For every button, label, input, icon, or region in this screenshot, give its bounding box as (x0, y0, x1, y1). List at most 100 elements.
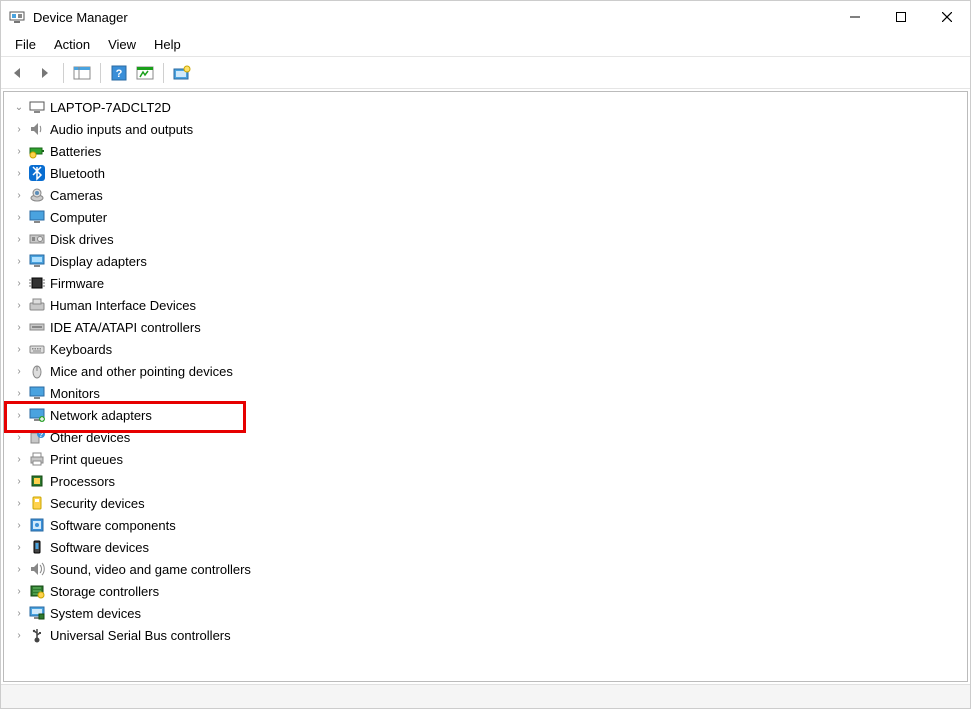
keyboard-icon (28, 340, 46, 358)
chevron-right-icon[interactable]: › (12, 366, 26, 377)
chevron-down-icon[interactable]: ⌄ (12, 102, 26, 113)
menubar: File Action View Help (1, 33, 970, 57)
category-label: Software devices (50, 540, 149, 555)
category-label: Universal Serial Bus controllers (50, 628, 231, 643)
tree-category[interactable]: › Sound, video and game controllers (6, 558, 965, 580)
chevron-right-icon[interactable]: › (12, 586, 26, 597)
chevron-right-icon[interactable]: › (12, 278, 26, 289)
tree-category[interactable]: › Batteries (6, 140, 965, 162)
tree-category[interactable]: › Computer (6, 206, 965, 228)
tree-category[interactable]: › Print queues (6, 448, 965, 470)
category-label: Sound, video and game controllers (50, 562, 251, 577)
category-label: Firmware (50, 276, 104, 291)
category-label: Human Interface Devices (50, 298, 196, 313)
chevron-right-icon[interactable]: › (12, 190, 26, 201)
chevron-right-icon[interactable]: › (12, 454, 26, 465)
maximize-button[interactable] (878, 1, 924, 33)
tree-category[interactable]: › Software devices (6, 536, 965, 558)
show-hide-console-button[interactable] (70, 61, 94, 85)
svg-text:?: ? (116, 68, 123, 80)
chevron-right-icon[interactable]: › (12, 542, 26, 553)
tree-category[interactable]: › Software components (6, 514, 965, 536)
properties-button[interactable] (170, 61, 194, 85)
tree-category[interactable]: › Security devices (6, 492, 965, 514)
tree-category[interactable]: › Keyboards (6, 338, 965, 360)
category-label: Software components (50, 518, 176, 533)
printer-icon (28, 450, 46, 468)
chevron-right-icon[interactable]: › (12, 212, 26, 223)
back-button[interactable] (7, 61, 31, 85)
monitor2-icon (28, 384, 46, 402)
chevron-right-icon[interactable]: › (12, 476, 26, 487)
computer-icon (28, 98, 46, 116)
tree-category[interactable]: ›IDE ATA/ATAPI controllers (6, 316, 965, 338)
chevron-right-icon[interactable]: › (12, 168, 26, 179)
ide-icon (28, 318, 46, 336)
chevron-right-icon[interactable]: › (12, 322, 26, 333)
statusbar (1, 684, 970, 708)
toolbar-separator (100, 63, 101, 83)
tree-category[interactable]: › Monitors (6, 382, 965, 404)
other-icon: ? (28, 428, 46, 446)
forward-button[interactable] (33, 61, 57, 85)
tree-category[interactable]: ›Storage controllers (6, 580, 965, 602)
menu-view[interactable]: View (100, 35, 144, 54)
chevron-right-icon[interactable]: › (12, 124, 26, 135)
chevron-right-icon[interactable]: › (12, 520, 26, 531)
tree-category[interactable]: ›? Other devices (6, 426, 965, 448)
category-label: Keyboards (50, 342, 112, 357)
chevron-right-icon[interactable]: › (12, 608, 26, 619)
chevron-right-icon[interactable]: › (12, 344, 26, 355)
chevron-right-icon[interactable]: › (12, 256, 26, 267)
category-label: Computer (50, 210, 107, 225)
battery-icon (28, 142, 46, 160)
chevron-right-icon[interactable]: › (12, 498, 26, 509)
chevron-right-icon[interactable]: › (12, 410, 26, 421)
tree-category[interactable]: › Processors (6, 470, 965, 492)
help-button[interactable]: ? (107, 61, 131, 85)
security-icon (28, 494, 46, 512)
toolbar-separator (163, 63, 164, 83)
tree-category[interactable]: › Human Interface Devices (6, 294, 965, 316)
tree-category[interactable]: › Universal Serial Bus controllers (6, 624, 965, 646)
device-tree-container[interactable]: ⌄ LAPTOP-7ADCLT2D ›Audio inputs and outp… (3, 91, 968, 682)
menu-file[interactable]: File (7, 35, 44, 54)
tree-root[interactable]: ⌄ LAPTOP-7ADCLT2D (6, 96, 965, 118)
category-label: Security devices (50, 496, 145, 511)
root-label: LAPTOP-7ADCLT2D (50, 100, 171, 115)
chevron-right-icon[interactable]: › (12, 146, 26, 157)
scan-hardware-button[interactable] (133, 61, 157, 85)
chevron-right-icon[interactable]: › (12, 432, 26, 443)
menu-action[interactable]: Action (46, 35, 98, 54)
tree-category[interactable]: ›Audio inputs and outputs (6, 118, 965, 140)
category-label: Batteries (50, 144, 101, 159)
category-label: Disk drives (50, 232, 114, 247)
tree-category[interactable]: ›Cameras (6, 184, 965, 206)
category-label: Other devices (50, 430, 130, 445)
tree-category[interactable]: ›Bluetooth (6, 162, 965, 184)
chevron-right-icon[interactable]: › (12, 300, 26, 311)
chevron-right-icon[interactable]: › (12, 388, 26, 399)
network-icon (28, 406, 46, 424)
minimize-button[interactable] (832, 1, 878, 33)
cpu-icon (28, 472, 46, 490)
device-manager-window: Device Manager File Action View Help (0, 0, 971, 709)
toolbar-separator (63, 63, 64, 83)
tree-category[interactable]: ›System devices (6, 602, 965, 624)
category-label: Monitors (50, 386, 100, 401)
chevron-right-icon[interactable]: › (12, 564, 26, 575)
menu-help[interactable]: Help (146, 35, 189, 54)
tree-category[interactable]: › Disk drives (6, 228, 965, 250)
device-manager-icon (9, 9, 25, 25)
category-label: Print queues (50, 452, 123, 467)
tree-category[interactable]: ›Mice and other pointing devices (6, 360, 965, 382)
display-icon (28, 252, 46, 270)
category-label: Processors (50, 474, 115, 489)
tree-category[interactable]: ›Network adapters (6, 404, 965, 426)
tree-category[interactable]: ›Display adapters (6, 250, 965, 272)
tree-category[interactable]: › Firmware (6, 272, 965, 294)
chevron-right-icon[interactable]: › (12, 234, 26, 245)
chevron-right-icon[interactable]: › (12, 630, 26, 641)
speaker-icon (28, 120, 46, 138)
close-button[interactable] (924, 1, 970, 33)
